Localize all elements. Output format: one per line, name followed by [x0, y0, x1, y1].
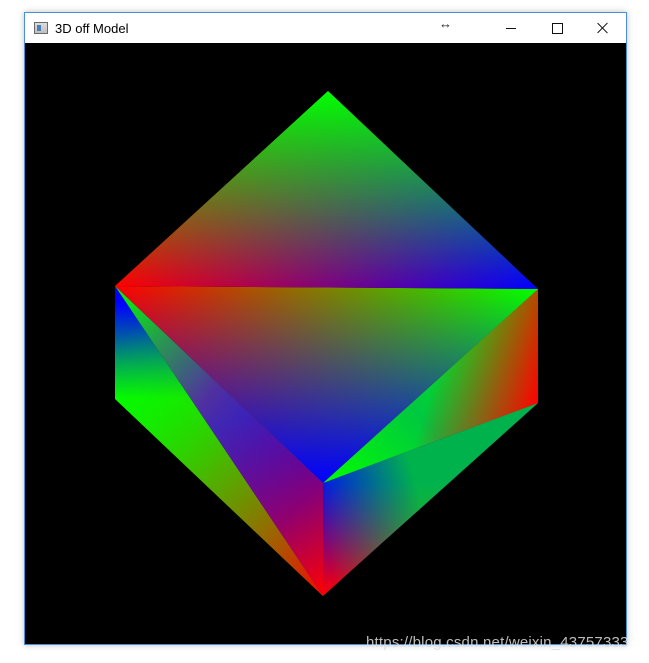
close-button[interactable]: [580, 13, 626, 43]
face-top-shade: [115, 91, 538, 289]
watermark-text: https://blog.csdn.net/weixin_43757333: [366, 634, 629, 651]
app-window-icon[interactable]: [34, 22, 48, 34]
title-bar[interactable]: 3D off Model ↔: [25, 13, 626, 43]
render-viewport[interactable]: [25, 43, 626, 644]
window-title: 3D off Model: [55, 20, 129, 36]
maximize-button[interactable]: [534, 13, 580, 43]
minimize-button[interactable]: [488, 13, 534, 43]
octahedron-render: [115, 91, 538, 596]
resize-cursor-icon: ↔: [439, 16, 452, 31]
maximize-icon: [551, 22, 563, 34]
close-icon: [597, 22, 609, 34]
app-window: 3D off Model ↔: [24, 12, 627, 645]
minimize-icon: [506, 27, 516, 29]
